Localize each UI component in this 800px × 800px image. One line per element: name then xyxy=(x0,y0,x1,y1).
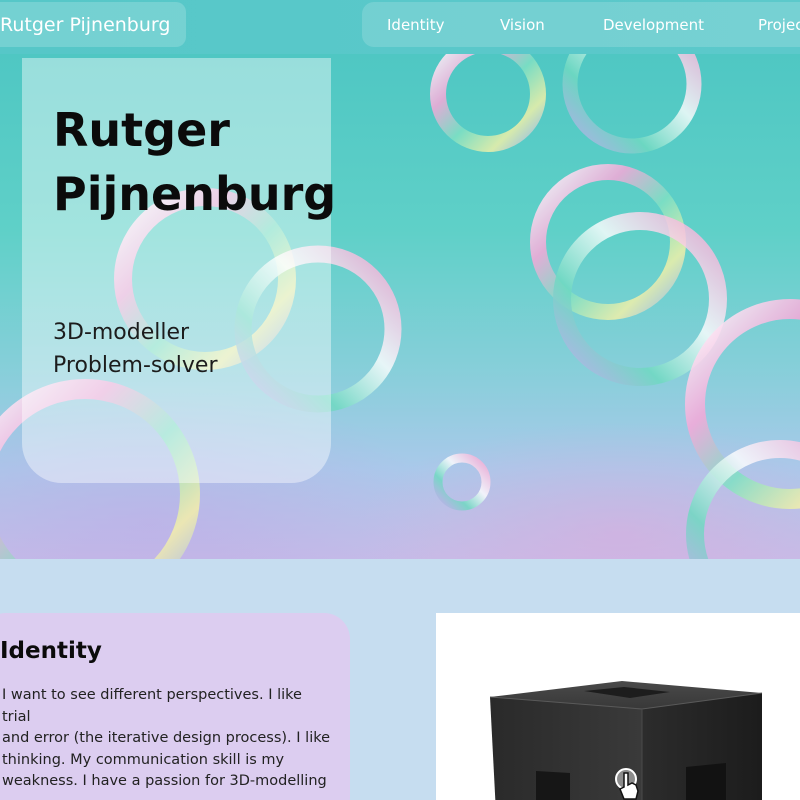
identity-text-line: thinking. My communication skill is my xyxy=(2,751,285,768)
hand-pointer-icon xyxy=(615,768,639,800)
brand-name[interactable]: Rutger Pijnenburg xyxy=(0,2,187,47)
hero-intro-card: Rutger Pijnenburg 3D-modeller Problem-so… xyxy=(22,58,337,483)
nav-link-identity[interactable]: Identity xyxy=(387,16,445,34)
identity-title: Identity xyxy=(0,638,102,664)
model-viewer-panel[interactable] xyxy=(436,613,800,800)
nav-link-projects[interactable]: Projects xyxy=(758,16,800,34)
hero-role-modeller: 3D-modeller xyxy=(53,320,190,345)
nav-link-vision[interactable]: Vision xyxy=(500,16,545,34)
hero-roles: 3D-modeller Problem-solver xyxy=(53,316,323,382)
identity-text: I want to see different perspectives. I … xyxy=(2,685,332,793)
top-navbar: Rutger Pijnenburg Identity Vision Develo… xyxy=(0,0,800,54)
identity-text-line: I want to see different perspectives. I … xyxy=(2,687,302,725)
identity-text-line: weakness. I have a passion for 3D-modell… xyxy=(2,773,327,789)
hero-name-first: Rutger xyxy=(53,103,230,157)
hero-name: Rutger Pijnenburg xyxy=(53,98,337,226)
identity-text-line: and error (the iterative design process)… xyxy=(2,730,331,746)
hero-banner: Rutger Pijnenburg 3D-modeller Problem-so… xyxy=(0,54,800,559)
nav-links: Identity Vision Development Projects xyxy=(362,2,800,47)
identity-card: Identity I want to see different perspec… xyxy=(0,613,350,800)
hero-role-problem-solver: Problem-solver xyxy=(53,353,218,378)
nav-link-development[interactable]: Development xyxy=(603,16,704,34)
hero-name-last: Pijnenburg xyxy=(53,167,337,221)
